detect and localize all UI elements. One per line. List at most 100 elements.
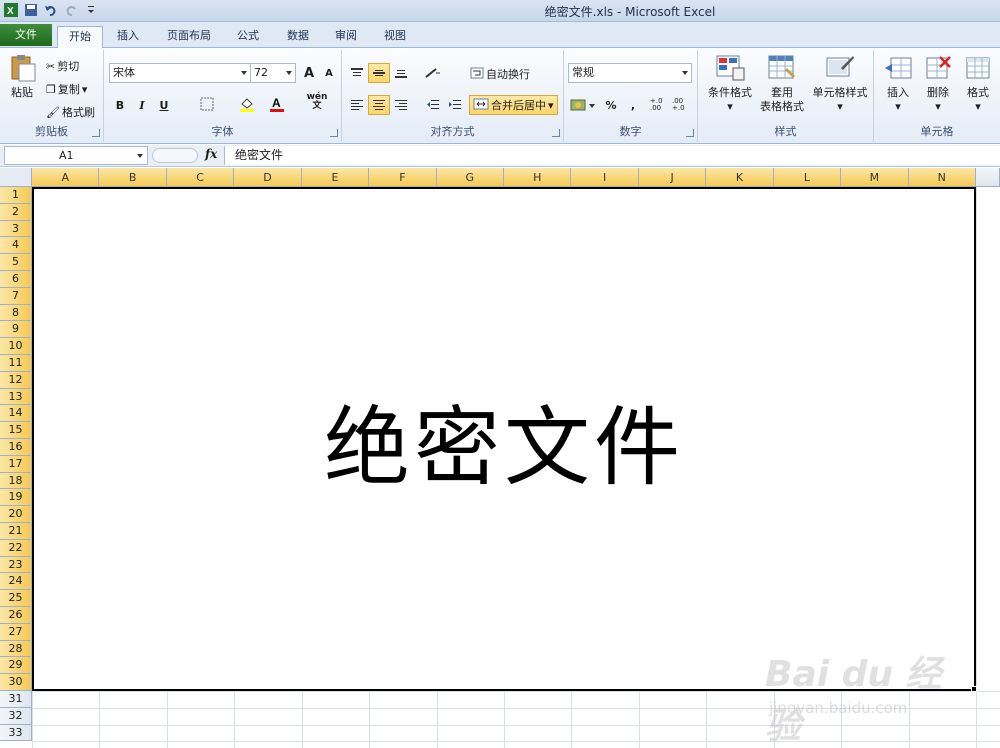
- row-header[interactable]: 19: [0, 489, 32, 507]
- copy-button[interactable]: ❐ 复制 ▾: [46, 81, 87, 97]
- comma-button[interactable]: ,: [622, 95, 644, 115]
- align-center-icon[interactable]: [368, 95, 390, 115]
- insert-cells-button[interactable]: 插入 ▾: [880, 54, 916, 114]
- row-header[interactable]: 11: [0, 355, 32, 372]
- font-launcher-icon[interactable]: [330, 129, 338, 137]
- align-left-icon[interactable]: [346, 95, 368, 115]
- fill-handle[interactable]: [971, 686, 977, 692]
- tab-page-layout[interactable]: 页面布局: [158, 26, 220, 48]
- column-header[interactable]: H: [504, 168, 572, 187]
- row-header[interactable]: 14: [0, 405, 32, 423]
- row-header[interactable]: 13: [0, 388, 32, 406]
- row-header[interactable]: 24: [0, 573, 32, 591]
- clipboard-launcher-icon[interactable]: [92, 129, 100, 137]
- row-header[interactable]: 15: [0, 422, 32, 439]
- row-header[interactable]: 18: [0, 472, 32, 490]
- font-name-combo[interactable]: 宋体: [109, 63, 251, 83]
- row-header[interactable]: 21: [0, 523, 32, 540]
- format-as-table-button[interactable]: 套用 表格格式: [754, 54, 810, 114]
- column-header[interactable]: K: [706, 168, 774, 187]
- column-header[interactable]: N: [908, 168, 976, 187]
- row-header[interactable]: 26: [0, 607, 32, 624]
- column-header-extra[interactable]: [976, 168, 1000, 187]
- row-header[interactable]: 31: [0, 691, 32, 708]
- formula-bar-expander[interactable]: [152, 148, 198, 163]
- tab-home[interactable]: 开始: [57, 26, 103, 49]
- column-header[interactable]: B: [99, 168, 167, 187]
- column-header[interactable]: D: [234, 168, 302, 187]
- column-header[interactable]: M: [841, 168, 909, 187]
- delete-cells-button[interactable]: 删除 ▾: [920, 54, 956, 114]
- font-color-button[interactable]: A: [266, 95, 288, 115]
- phonetic-button[interactable]: wén 文: [306, 92, 328, 112]
- row-header[interactable]: 6: [0, 271, 32, 288]
- tab-formulas[interactable]: 公式: [228, 26, 268, 48]
- align-bottom-icon[interactable]: [390, 63, 412, 83]
- row-header[interactable]: 20: [0, 506, 32, 523]
- column-header[interactable]: J: [638, 168, 707, 187]
- row-header[interactable]: 12: [0, 371, 32, 389]
- row-header[interactable]: 10: [0, 338, 32, 355]
- column-header[interactable]: E: [301, 168, 370, 187]
- column-header[interactable]: A: [32, 168, 100, 187]
- select-all-corner[interactable]: [0, 168, 32, 187]
- merge-center-button[interactable]: 合并后居中 ▾: [469, 95, 558, 115]
- bold-button[interactable]: B: [109, 95, 131, 115]
- percent-button[interactable]: %: [600, 95, 622, 115]
- format-cells-button[interactable]: 格式 ▾: [960, 54, 996, 114]
- align-middle-icon[interactable]: [368, 63, 390, 83]
- orientation-icon[interactable]: [422, 63, 444, 83]
- insert-function-button[interactable]: fx: [205, 147, 217, 161]
- row-header[interactable]: 5: [0, 254, 32, 271]
- underline-button[interactable]: U: [153, 95, 175, 115]
- name-box[interactable]: A1: [4, 146, 148, 165]
- row-header[interactable]: 22: [0, 539, 32, 557]
- row-header[interactable]: 27: [0, 623, 32, 641]
- row-header[interactable]: 1: [0, 187, 32, 204]
- shrink-font-button[interactable]: A: [318, 63, 340, 83]
- column-header[interactable]: I: [571, 168, 639, 187]
- row-header[interactable]: 4: [0, 237, 32, 255]
- tab-file[interactable]: 文件: [0, 24, 52, 46]
- border-button[interactable]: [196, 95, 218, 115]
- row-header[interactable]: 28: [0, 640, 32, 658]
- row-header[interactable]: 2: [0, 203, 32, 221]
- grow-font-button[interactable]: A: [298, 63, 320, 83]
- align-right-icon[interactable]: [390, 95, 412, 115]
- row-header[interactable]: 16: [0, 439, 32, 456]
- tab-insert[interactable]: 插入: [108, 26, 148, 48]
- row-header[interactable]: 17: [0, 455, 32, 473]
- tab-review[interactable]: 审阅: [326, 26, 366, 48]
- column-header[interactable]: G: [436, 168, 504, 187]
- row-header[interactable]: 30: [0, 674, 32, 691]
- tab-view[interactable]: 视图: [375, 26, 415, 48]
- accounting-format-icon[interactable]: [568, 95, 598, 115]
- merged-cell-a1[interactable]: 绝密文件: [32, 187, 976, 691]
- decrease-decimal-button[interactable]: .00 +.0: [672, 95, 692, 115]
- increase-indent-icon[interactable]: [444, 95, 466, 115]
- number-format-combo[interactable]: 常规: [568, 63, 692, 83]
- increase-decimal-button[interactable]: +.0 .00: [650, 95, 670, 115]
- row-header[interactable]: 3: [0, 220, 32, 238]
- cell-styles-button[interactable]: 单元格样式 ▾: [810, 54, 870, 114]
- alignment-launcher-icon[interactable]: [552, 129, 560, 137]
- align-top-icon[interactable]: [346, 63, 368, 83]
- format-painter-button[interactable]: 🖌 格式刷: [46, 104, 95, 120]
- cut-button[interactable]: ✂ 剪切: [46, 58, 79, 74]
- row-header[interactable]: 29: [0, 657, 32, 675]
- fill-color-button[interactable]: [236, 95, 258, 115]
- decrease-indent-icon[interactable]: [422, 95, 444, 115]
- tab-data[interactable]: 数据: [278, 26, 318, 48]
- wrap-text-button[interactable]: 自动换行: [470, 66, 530, 82]
- row-header[interactable]: 33: [0, 724, 32, 742]
- column-header[interactable]: F: [369, 168, 437, 187]
- font-size-combo[interactable]: 72: [250, 63, 296, 83]
- column-header[interactable]: C: [166, 168, 235, 187]
- row-header[interactable]: 23: [0, 556, 32, 574]
- formula-input[interactable]: 绝密文件: [224, 146, 1000, 165]
- row-header[interactable]: 32: [0, 707, 32, 725]
- row-header[interactable]: 9: [0, 321, 32, 339]
- row-header[interactable]: 8: [0, 304, 32, 322]
- paste-button[interactable]: 粘贴: [4, 54, 40, 100]
- italic-button[interactable]: I: [131, 95, 153, 115]
